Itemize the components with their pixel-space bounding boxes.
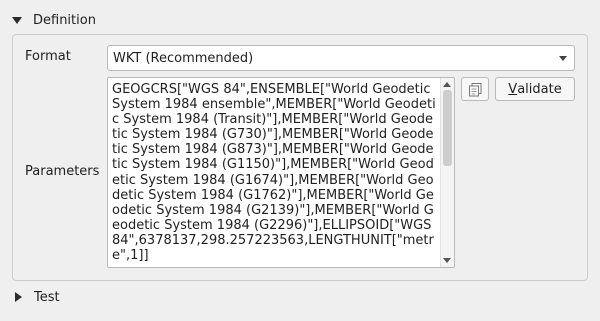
format-combobox[interactable]: WKT (Recommended) <box>107 45 575 71</box>
test-title: Test <box>34 289 60 305</box>
scroll-down-arrow-icon[interactable] <box>443 258 451 263</box>
copy-button[interactable] <box>461 77 489 101</box>
parameters-label: Parameters <box>25 164 100 179</box>
format-label: Format <box>25 49 71 64</box>
dropdown-arrow-icon <box>559 56 567 61</box>
test-section-header[interactable]: Test <box>12 287 60 307</box>
copy-icon <box>469 83 482 97</box>
parameters-textarea[interactable]: GEOGCRS["WGS 84",ENSEMBLE["World Geodeti… <box>107 77 455 268</box>
definition-title: Definition <box>33 12 96 28</box>
expand-arrow-icon <box>15 292 22 302</box>
scrollbar-thumb[interactable] <box>443 90 452 166</box>
validate-button[interactable]: Validate <box>495 77 575 101</box>
definition-section-header[interactable]: Definition <box>12 10 96 30</box>
parameters-text: GEOGCRS["WGS 84",ENSEMBLE["World Geodeti… <box>112 82 436 264</box>
format-selected-value: WKT (Recommended) <box>113 50 254 66</box>
scroll-up-arrow-icon[interactable] <box>443 82 451 87</box>
validate-mnemonic: V <box>508 81 518 97</box>
collapse-arrow-icon <box>12 16 22 24</box>
validate-label: alidate <box>517 81 562 97</box>
parameters-scrollbar[interactable] <box>440 78 454 267</box>
